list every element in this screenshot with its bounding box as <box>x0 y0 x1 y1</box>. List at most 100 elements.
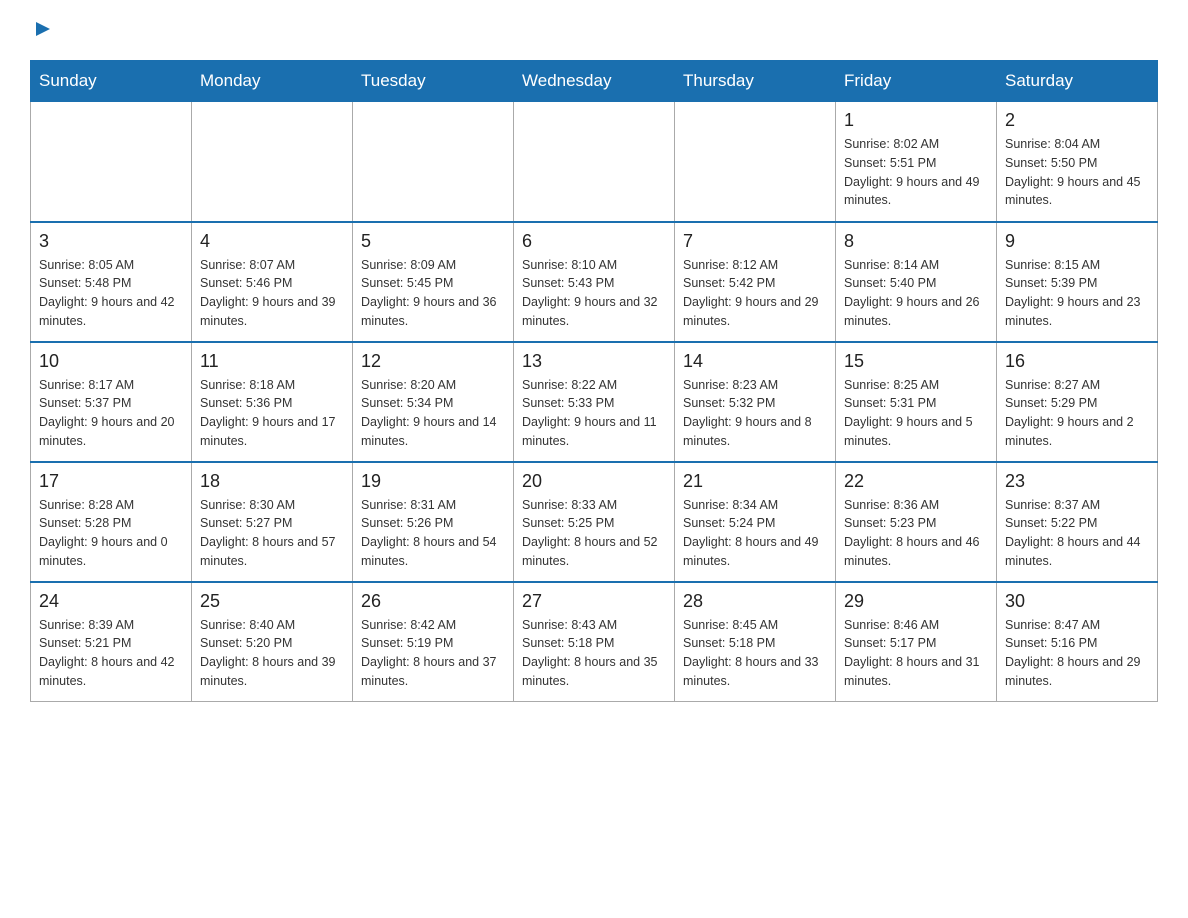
calendar-day-cell: 21Sunrise: 8:34 AMSunset: 5:24 PMDayligh… <box>675 462 836 582</box>
day-info: Sunrise: 8:30 AMSunset: 5:27 PMDaylight:… <box>200 496 344 571</box>
calendar-day-header: Friday <box>836 61 997 102</box>
calendar-day-cell: 11 Sunrise: 8:18 AMSunset: 5:36 PMDayligh… <box>192 342 353 462</box>
day-info: Sunrise: 8:45 AMSunset: 5:18 PMDaylight:… <box>683 616 827 691</box>
calendar-day-cell: 12 Sunrise: 8:20 AMSunset: 5:34 PMDayligh… <box>353 342 514 462</box>
day-info: Sunrise: 8:39 AMSunset: 5:21 PMDaylight:… <box>39 616 183 691</box>
logo <box>30 20 60 40</box>
day-number: 8 <box>844 231 988 252</box>
calendar-day-header: Wednesday <box>514 61 675 102</box>
day-info: Sunrise: 8:40 AMSunset: 5:20 PMDaylight:… <box>200 616 344 691</box>
day-number: 24 <box>39 591 183 612</box>
day-number: 14 <box>683 351 827 372</box>
logo-arrow-icon <box>32 18 54 40</box>
day-info: Sunrise: 8:09 AMSunset: 5:45 PMDaylight:… <box>361 256 505 331</box>
calendar-day-cell: 20 Sunrise: 8:33 AMSunset: 5:25 PMDayligh… <box>514 462 675 582</box>
calendar-day-header: Tuesday <box>353 61 514 102</box>
day-info: Sunrise: 8:20 AMSunset: 5:34 PMDaylight:… <box>361 376 505 451</box>
day-info: Sunrise: 8:46 AMSunset: 5:17 PMDaylight:… <box>844 616 988 691</box>
day-info: Sunrise: 8:05 AMSunset: 5:48 PMDaylight:… <box>39 256 183 331</box>
day-info: Sunrise: 8:43 AMSunset: 5:18 PMDaylight:… <box>522 616 666 691</box>
day-number: 26 <box>361 591 505 612</box>
calendar-week-row: 1 Sunrise: 8:02 AMSunset: 5:51 PMDaylight… <box>31 102 1158 222</box>
day-number: 2 <box>1005 110 1149 131</box>
day-number: 30 <box>1005 591 1149 612</box>
day-number: 19 <box>361 471 505 492</box>
calendar-day-cell <box>353 102 514 222</box>
calendar-day-header: Thursday <box>675 61 836 102</box>
calendar-day-cell: 19 Sunrise: 8:31 AMSunset: 5:26 PMDayligh… <box>353 462 514 582</box>
day-number: 25 <box>200 591 344 612</box>
calendar-day-cell: 2 Sunrise: 8:04 AMSunset: 5:50 PMDaylight… <box>997 102 1158 222</box>
calendar-day-cell: 7 Sunrise: 8:12 AMSunset: 5:42 PMDaylight… <box>675 222 836 342</box>
calendar-day-cell: 17Sunrise: 8:28 AMSunset: 5:28 PMDayligh… <box>31 462 192 582</box>
calendar-day-cell <box>675 102 836 222</box>
calendar-week-row: 3 Sunrise: 8:05 AMSunset: 5:48 PMDaylight… <box>31 222 1158 342</box>
calendar-day-cell: 22 Sunrise: 8:36 AMSunset: 5:23 PMDayligh… <box>836 462 997 582</box>
day-info: Sunrise: 8:33 AMSunset: 5:25 PMDaylight:… <box>522 496 666 571</box>
day-info: Sunrise: 8:22 AMSunset: 5:33 PMDaylight:… <box>522 376 666 451</box>
day-info: Sunrise: 8:18 AMSunset: 5:36 PMDaylight:… <box>200 376 344 451</box>
day-number: 6 <box>522 231 666 252</box>
calendar-day-cell: 29 Sunrise: 8:46 AMSunset: 5:17 PMDayligh… <box>836 582 997 702</box>
day-info: Sunrise: 8:37 AMSunset: 5:22 PMDaylight:… <box>1005 496 1149 571</box>
day-info: Sunrise: 8:42 AMSunset: 5:19 PMDaylight:… <box>361 616 505 691</box>
day-number: 1 <box>844 110 988 131</box>
day-info: Sunrise: 8:28 AMSunset: 5:28 PMDaylight:… <box>39 496 183 571</box>
day-info: Sunrise: 8:10 AMSunset: 5:43 PMDaylight:… <box>522 256 666 331</box>
day-info: Sunrise: 8:02 AMSunset: 5:51 PMDaylight:… <box>844 135 988 210</box>
day-number: 12 <box>361 351 505 372</box>
day-info: Sunrise: 8:07 AMSunset: 5:46 PMDaylight:… <box>200 256 344 331</box>
day-info: Sunrise: 8:27 AMSunset: 5:29 PMDaylight:… <box>1005 376 1149 451</box>
calendar-day-cell: 1 Sunrise: 8:02 AMSunset: 5:51 PMDaylight… <box>836 102 997 222</box>
day-number: 28 <box>683 591 827 612</box>
day-number: 15 <box>844 351 988 372</box>
calendar-day-cell: 8 Sunrise: 8:14 AMSunset: 5:40 PMDaylight… <box>836 222 997 342</box>
day-number: 20 <box>522 471 666 492</box>
calendar-table: SundayMondayTuesdayWednesdayThursdayFrid… <box>30 60 1158 702</box>
calendar-day-cell: 6 Sunrise: 8:10 AMSunset: 5:43 PMDaylight… <box>514 222 675 342</box>
day-number: 11 <box>200 351 344 372</box>
day-info: Sunrise: 8:04 AMSunset: 5:50 PMDaylight:… <box>1005 135 1149 210</box>
calendar-day-cell: 5 Sunrise: 8:09 AMSunset: 5:45 PMDaylight… <box>353 222 514 342</box>
day-info: Sunrise: 8:34 AMSunset: 5:24 PMDaylight:… <box>683 496 827 571</box>
calendar-day-header: Monday <box>192 61 353 102</box>
calendar-day-header: Saturday <box>997 61 1158 102</box>
calendar-day-cell: 18 Sunrise: 8:30 AMSunset: 5:27 PMDayligh… <box>192 462 353 582</box>
day-number: 18 <box>200 471 344 492</box>
day-info: Sunrise: 8:15 AMSunset: 5:39 PMDaylight:… <box>1005 256 1149 331</box>
calendar-day-cell <box>514 102 675 222</box>
day-number: 10 <box>39 351 183 372</box>
day-number: 22 <box>844 471 988 492</box>
calendar-day-cell: 9 Sunrise: 8:15 AMSunset: 5:39 PMDaylight… <box>997 222 1158 342</box>
calendar-week-row: 24 Sunrise: 8:39 AMSunset: 5:21 PMDayligh… <box>31 582 1158 702</box>
calendar-day-cell: 3 Sunrise: 8:05 AMSunset: 5:48 PMDaylight… <box>31 222 192 342</box>
calendar-header-row: SundayMondayTuesdayWednesdayThursdayFrid… <box>31 61 1158 102</box>
day-info: Sunrise: 8:31 AMSunset: 5:26 PMDaylight:… <box>361 496 505 571</box>
calendar-day-cell: 16 Sunrise: 8:27 AMSunset: 5:29 PMDayligh… <box>997 342 1158 462</box>
calendar-day-cell: 4 Sunrise: 8:07 AMSunset: 5:46 PMDaylight… <box>192 222 353 342</box>
day-info: Sunrise: 8:36 AMSunset: 5:23 PMDaylight:… <box>844 496 988 571</box>
day-number: 3 <box>39 231 183 252</box>
calendar-day-cell: 30Sunrise: 8:47 AMSunset: 5:16 PMDayligh… <box>997 582 1158 702</box>
calendar-day-cell: 23 Sunrise: 8:37 AMSunset: 5:22 PMDayligh… <box>997 462 1158 582</box>
calendar-day-cell: 25 Sunrise: 8:40 AMSunset: 5:20 PMDayligh… <box>192 582 353 702</box>
day-info: Sunrise: 8:12 AMSunset: 5:42 PMDaylight:… <box>683 256 827 331</box>
day-number: 4 <box>200 231 344 252</box>
day-number: 27 <box>522 591 666 612</box>
day-number: 9 <box>1005 231 1149 252</box>
day-number: 16 <box>1005 351 1149 372</box>
day-number: 23 <box>1005 471 1149 492</box>
calendar-day-cell: 24 Sunrise: 8:39 AMSunset: 5:21 PMDayligh… <box>31 582 192 702</box>
day-number: 7 <box>683 231 827 252</box>
calendar-day-header: Sunday <box>31 61 192 102</box>
calendar-week-row: 10 Sunrise: 8:17 AMSunset: 5:37 PMDayligh… <box>31 342 1158 462</box>
day-info: Sunrise: 8:17 AMSunset: 5:37 PMDaylight:… <box>39 376 183 451</box>
day-number: 13 <box>522 351 666 372</box>
calendar-day-cell: 10 Sunrise: 8:17 AMSunset: 5:37 PMDayligh… <box>31 342 192 462</box>
day-info: Sunrise: 8:23 AMSunset: 5:32 PMDaylight:… <box>683 376 827 451</box>
calendar-day-cell: 13 Sunrise: 8:22 AMSunset: 5:33 PMDayligh… <box>514 342 675 462</box>
day-number: 5 <box>361 231 505 252</box>
day-info: Sunrise: 8:14 AMSunset: 5:40 PMDaylight:… <box>844 256 988 331</box>
day-number: 29 <box>844 591 988 612</box>
calendar-day-cell: 26 Sunrise: 8:42 AMSunset: 5:19 PMDayligh… <box>353 582 514 702</box>
